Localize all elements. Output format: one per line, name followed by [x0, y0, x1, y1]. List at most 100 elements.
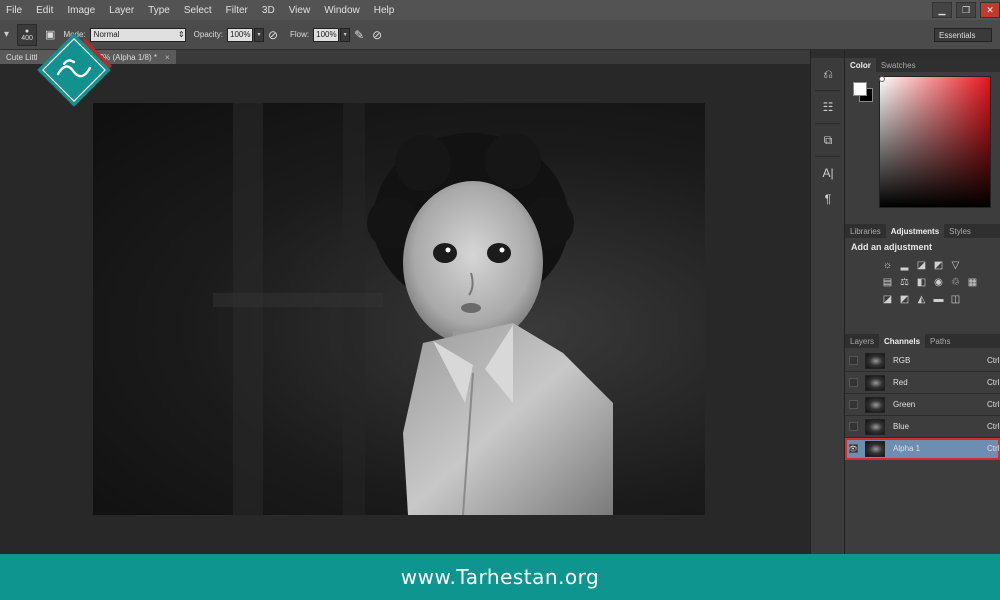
- channel-shortcut: Ctrl: [987, 422, 1000, 431]
- channel-mixer-icon[interactable]: ♲: [949, 276, 962, 288]
- channel-shortcut: Ctrl: [987, 356, 1000, 365]
- document-canvas[interactable]: [93, 103, 705, 515]
- tab-libraries[interactable]: Libraries: [845, 224, 886, 238]
- tab-channels[interactable]: Channels: [879, 334, 926, 348]
- selective-color-icon[interactable]: ◫: [949, 293, 962, 305]
- paragraph-icon[interactable]: ¶: [818, 189, 838, 209]
- menu-filter[interactable]: Filter: [226, 5, 248, 16]
- color-balance-icon[interactable]: ⚖: [898, 276, 911, 288]
- flow-dropdown-icon[interactable]: ▾: [340, 27, 351, 42]
- menu-select[interactable]: Select: [184, 5, 212, 16]
- tab-color[interactable]: Color: [845, 58, 876, 72]
- menu-image[interactable]: Image: [67, 5, 95, 16]
- divider: [815, 90, 840, 91]
- footer-banner: www.Tarhestan.org: [0, 554, 1000, 600]
- color-spectrum[interactable]: [879, 76, 991, 208]
- menu-view[interactable]: View: [289, 5, 311, 16]
- canvas-area: [0, 64, 810, 554]
- menu-edit[interactable]: Edit: [36, 5, 53, 16]
- color-picker-marker[interactable]: [879, 76, 885, 82]
- brightness-contrast-icon[interactable]: ☼: [881, 259, 894, 271]
- levels-icon[interactable]: ▂: [898, 259, 911, 271]
- color-lookup-icon[interactable]: ▦: [966, 276, 979, 288]
- exposure-icon[interactable]: ◩: [932, 259, 945, 271]
- channel-name: Green: [893, 400, 916, 409]
- menu-type[interactable]: Type: [148, 5, 170, 16]
- restore-button[interactable]: ❐: [956, 2, 976, 18]
- dock-grip[interactable]: [811, 50, 844, 58]
- menu-3d[interactable]: 3D: [262, 5, 275, 16]
- footer-url[interactable]: www.Tarhestan.org: [401, 565, 599, 589]
- tab-swatches[interactable]: Swatches: [876, 58, 921, 72]
- visibility-toggle[interactable]: [848, 422, 858, 431]
- channels-panel-tabs: Layers Channels Paths: [845, 334, 1000, 348]
- pressure-opacity-icon[interactable]: ⊘: [264, 26, 282, 44]
- threshold-icon[interactable]: ◭: [915, 293, 928, 305]
- channel-name: Blue: [893, 422, 910, 431]
- flow-input[interactable]: 100%: [313, 27, 340, 42]
- invert-icon[interactable]: ◪: [881, 293, 894, 305]
- color-panel-tabs: Color Swatches: [845, 58, 1000, 72]
- visibility-toggle[interactable]: [848, 400, 858, 409]
- tarhestan-logo: [37, 33, 112, 107]
- channel-thumbnail: [865, 418, 885, 435]
- black-white-icon[interactable]: ◧: [915, 276, 928, 288]
- pressure-size-icon[interactable]: ⊘: [368, 26, 386, 44]
- tab-adjustments[interactable]: Adjustments: [885, 224, 945, 238]
- tab-paths[interactable]: Paths: [925, 334, 955, 348]
- flow-label: Flow:: [290, 30, 310, 39]
- window-controls: ▁ ❐ ✕: [928, 0, 1000, 20]
- character-icon[interactable]: A|: [818, 163, 838, 183]
- curves-icon[interactable]: ◪: [915, 259, 928, 271]
- panel-dock: ⎌ ☷ ⧉ A| ¶: [810, 50, 844, 554]
- menu-file[interactable]: File: [6, 5, 22, 16]
- channel-row-green[interactable]: Green Ctrl: [845, 394, 1000, 416]
- history-icon[interactable]: ⎌: [818, 64, 838, 84]
- channel-row-alpha-1[interactable]: 👁 Alpha 1 Ctrl: [845, 438, 1000, 460]
- opacity-input[interactable]: 100%: [227, 27, 254, 42]
- channel-name: RGB: [893, 356, 911, 365]
- tab-layers[interactable]: Layers: [845, 334, 879, 348]
- hue-saturation-icon[interactable]: ▤: [881, 276, 894, 288]
- gradient-map-icon[interactable]: ▬: [932, 293, 945, 305]
- menu-layer[interactable]: Layer: [109, 5, 134, 16]
- workspace-switcher[interactable]: Essentials: [934, 28, 992, 42]
- adjustments-title: Add an adjustment: [851, 242, 933, 252]
- posterize-icon[interactable]: ◩: [898, 293, 911, 305]
- airbrush-icon[interactable]: ✎: [350, 26, 368, 44]
- tool-preset-picker[interactable]: ▾: [4, 29, 9, 40]
- visibility-toggle[interactable]: [848, 356, 858, 365]
- channels-list: RGB Ctrl Red Ctrl Green Ctrl Blue Ctrl 👁…: [845, 350, 1000, 460]
- close-button[interactable]: ✕: [980, 2, 1000, 18]
- document-tab-bar: Cute Littl 16.7% (Alpha 1/8) * ×: [0, 50, 810, 64]
- document-tab-title-prefix: Cute Littl: [6, 52, 38, 62]
- menu-window[interactable]: Window: [324, 5, 360, 16]
- adjustments-panel: Add an adjustment ☼ ▂ ◪ ◩ ▽ ▤ ⚖ ◧ ◉ ♲ ▦ …: [845, 238, 1000, 334]
- panel-grip[interactable]: [845, 50, 1000, 58]
- color-panel: [845, 72, 1000, 224]
- eye-icon[interactable]: 👁: [848, 444, 858, 453]
- channel-row-rgb[interactable]: RGB Ctrl: [845, 350, 1000, 372]
- chevron-updown-icon: ⇕: [177, 30, 185, 39]
- divider: [815, 156, 840, 157]
- tab-styles[interactable]: Styles: [944, 224, 976, 238]
- channel-shortcut: Ctrl: [987, 378, 1000, 387]
- divider: [815, 123, 840, 124]
- channel-shortcut: Ctrl: [987, 444, 1000, 453]
- close-tab-icon[interactable]: ×: [165, 53, 170, 62]
- menu-help[interactable]: Help: [374, 5, 395, 16]
- properties-icon[interactable]: ☷: [818, 97, 838, 117]
- minimize-button[interactable]: ▁: [932, 2, 952, 18]
- foreground-color-swatch[interactable]: [853, 82, 867, 96]
- channel-thumbnail: [865, 352, 885, 369]
- opacity-dropdown-icon[interactable]: ▾: [254, 27, 265, 42]
- vibrance-icon[interactable]: ▽: [949, 259, 962, 271]
- channel-row-blue[interactable]: Blue Ctrl: [845, 416, 1000, 438]
- options-bar: ▾ ● 400 ▣ Mode: Normal ⇕ Opacity: 100% ▾…: [0, 20, 1000, 50]
- channel-thumbnail: [865, 396, 885, 413]
- photo-boy-image: [213, 103, 613, 515]
- photo-filter-icon[interactable]: ◉: [932, 276, 945, 288]
- brush-presets-icon[interactable]: ⧉: [818, 130, 838, 150]
- visibility-toggle[interactable]: [848, 378, 858, 387]
- channel-row-red[interactable]: Red Ctrl: [845, 372, 1000, 394]
